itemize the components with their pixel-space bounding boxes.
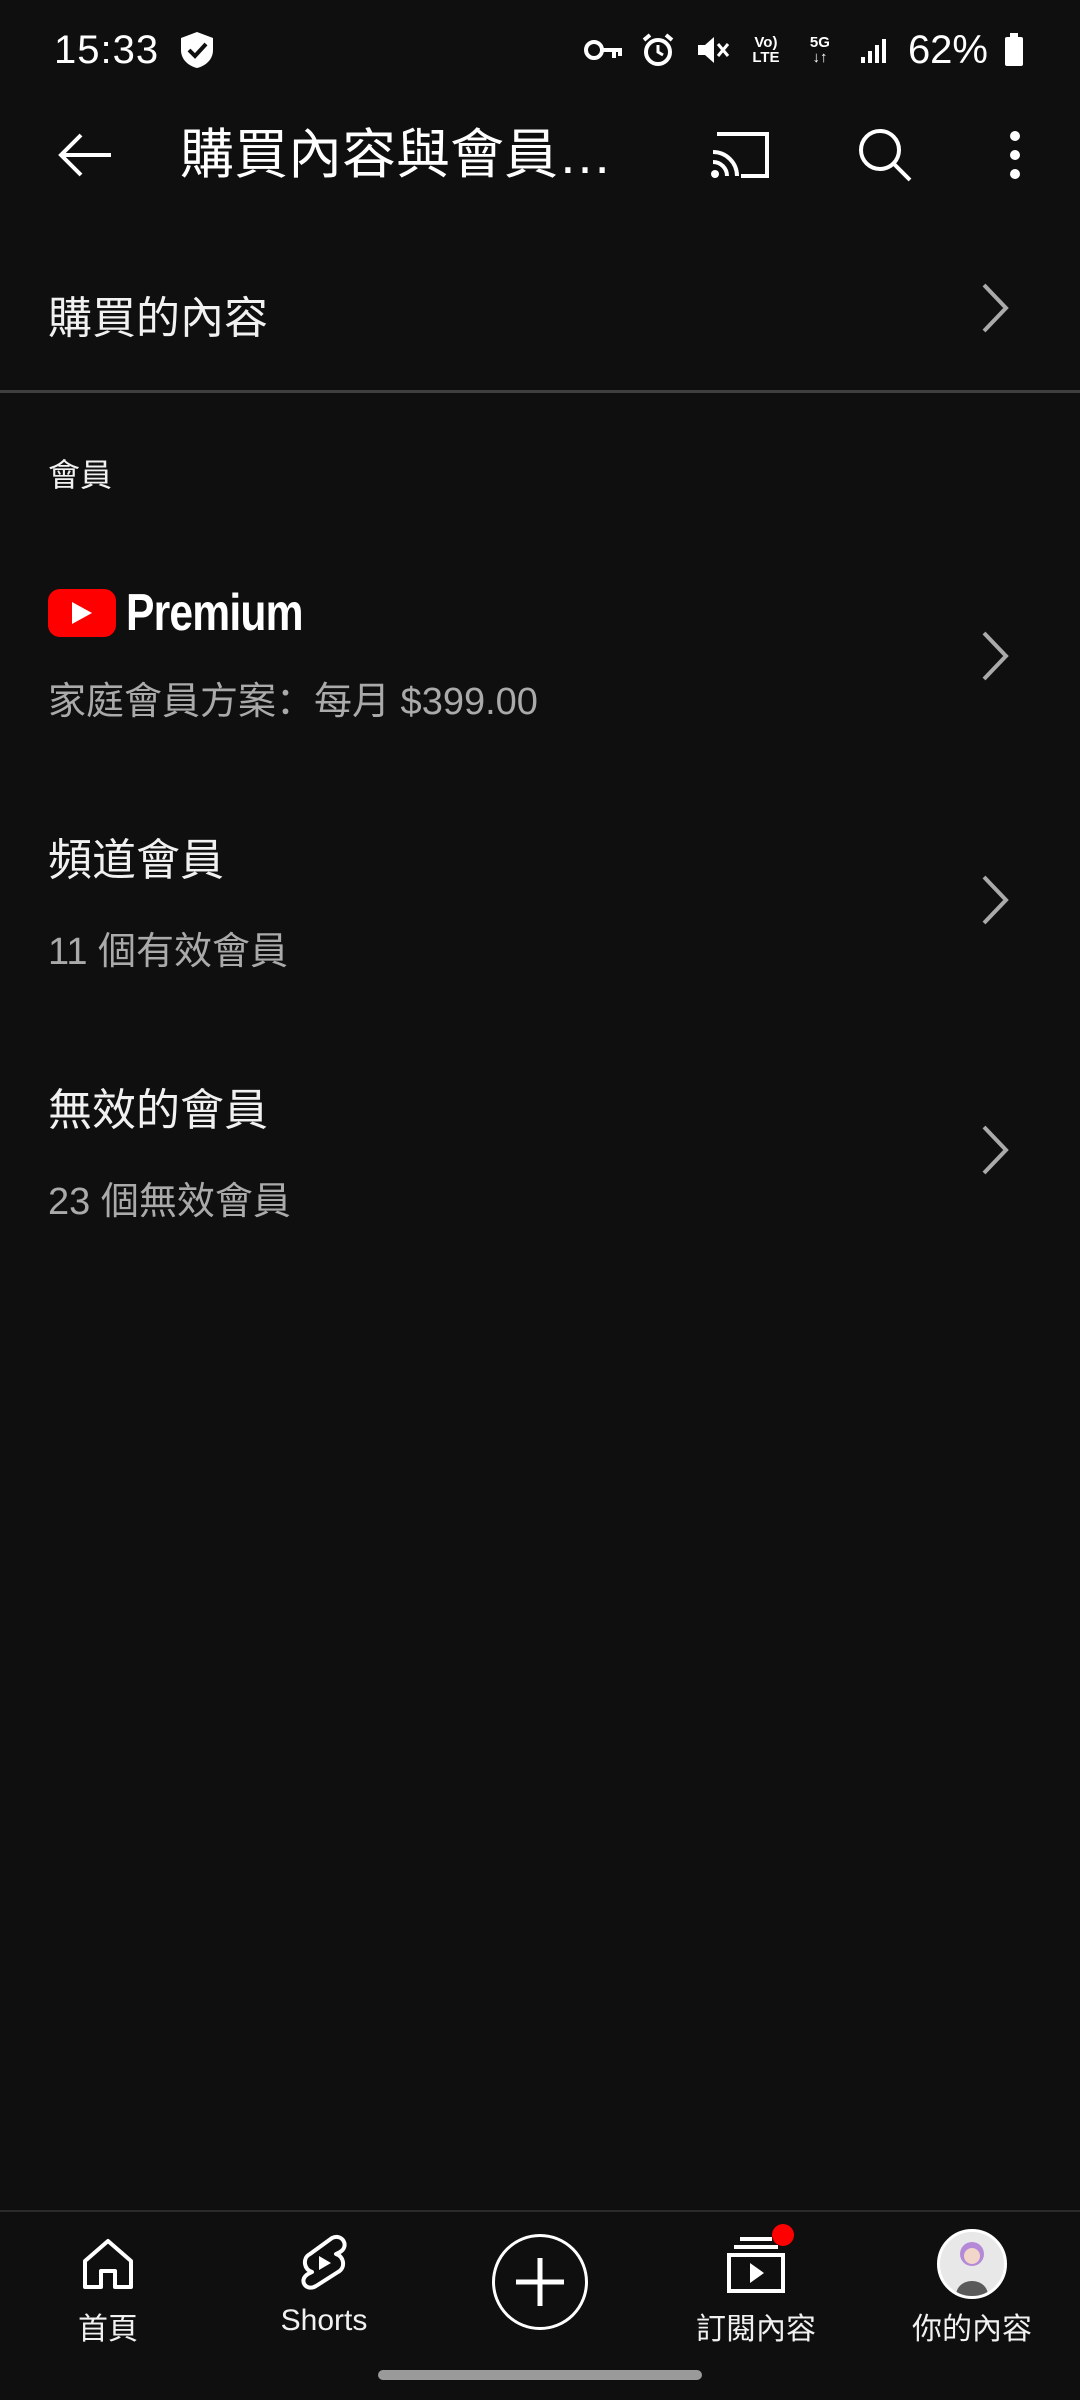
volte-top-text: Vo): [754, 34, 778, 51]
premium-row[interactable]: Premium 家庭會員方案：每月 $399.00: [0, 540, 1080, 740]
key-icon: [583, 30, 624, 70]
inactive-memberships-row[interactable]: 無效的會員 23 個無效會員: [0, 1050, 1080, 1250]
search-icon: [859, 129, 912, 182]
chevron-right-icon: [975, 870, 1015, 930]
signal-icon: [854, 30, 894, 70]
more-vert-icon: [1010, 131, 1020, 179]
purchases-label: 購買的內容: [48, 294, 268, 343]
nav-subscriptions[interactable]: 訂閱內容: [648, 2212, 864, 2362]
nav-you[interactable]: 你的內容: [864, 2212, 1080, 2362]
nav-shorts-label: Shorts: [280, 2304, 368, 2337]
battery-icon: [1002, 30, 1026, 70]
alarm-icon: [638, 30, 678, 70]
premium-plan: 家庭會員方案：每月 $399.00: [48, 681, 538, 723]
nav-you-label: 你的內容: [912, 2313, 1032, 2346]
channel-memberships-title: 頻道會員: [48, 836, 224, 885]
network-5g-icon: 5G ↓↑: [800, 30, 840, 70]
inactive-memberships-subtitle: 23 個無效會員: [48, 1181, 291, 1223]
home-icon: [76, 2232, 140, 2296]
youtube-logo-icon: [48, 589, 116, 637]
notification-dot: [772, 2224, 794, 2246]
volte-icon: Vo) LTE: [746, 30, 786, 70]
network-5g-text: 5G: [809, 34, 830, 51]
back-arrow-icon: [58, 133, 111, 177]
battery-percent: 62%: [907, 27, 988, 72]
create-button[interactable]: [492, 2234, 588, 2330]
shorts-icon: [292, 2232, 356, 2296]
status-time: 15:33: [54, 27, 160, 72]
volte-bottom-text: LTE: [752, 49, 780, 66]
channel-memberships-row[interactable]: 頻道會員 11 個有效會員: [0, 800, 1080, 1000]
status-left: 15:33: [54, 28, 217, 73]
purchases-row[interactable]: 購買的內容: [0, 240, 1080, 380]
status-right: Vo) LTE 5G ↓↑ 62%: [583, 27, 1026, 73]
home-indicator[interactable]: [378, 2370, 702, 2380]
cast-button[interactable]: [705, 120, 775, 190]
shield-icon: [177, 30, 217, 70]
avatar-wrapper: [934, 2226, 1010, 2302]
chevron-right-icon: [975, 626, 1015, 686]
chevron-right-icon: [975, 278, 1015, 338]
nav-home[interactable]: 首頁: [0, 2212, 216, 2362]
app-bar: 購買內容與會員資格: [0, 100, 1080, 210]
nav-subscriptions-label: 訂閱內容: [696, 2313, 816, 2346]
status-bar: 15:33 Vo) LTE 5G ↓↑ 62%: [0, 0, 1080, 100]
youtube-premium-logo: Premium: [48, 584, 342, 642]
premium-logo-text: Premium: [126, 584, 304, 642]
subscriptions-icon: [724, 2224, 794, 2296]
data-arrows-icon: ↓↑: [812, 49, 828, 66]
mute-icon: [692, 30, 732, 70]
nav-home-label: 首頁: [78, 2313, 138, 2346]
chevron-right-icon: [975, 1120, 1015, 1180]
nav-shorts[interactable]: Shorts: [216, 2212, 432, 2362]
search-button[interactable]: [850, 120, 920, 190]
memberships-section-label: 會員: [48, 457, 113, 493]
create-icon: [516, 2258, 564, 2306]
channel-memberships-subtitle: 11 個有效會員: [48, 931, 289, 973]
avatar: [937, 2229, 1007, 2299]
cast-icon: [711, 132, 769, 178]
back-button[interactable]: [50, 125, 120, 185]
more-options-button[interactable]: [990, 120, 1040, 190]
inactive-memberships-title: 無效的會員: [48, 1086, 268, 1135]
divider: [0, 390, 1080, 393]
page-title: 購買內容與會員資格: [180, 125, 640, 185]
